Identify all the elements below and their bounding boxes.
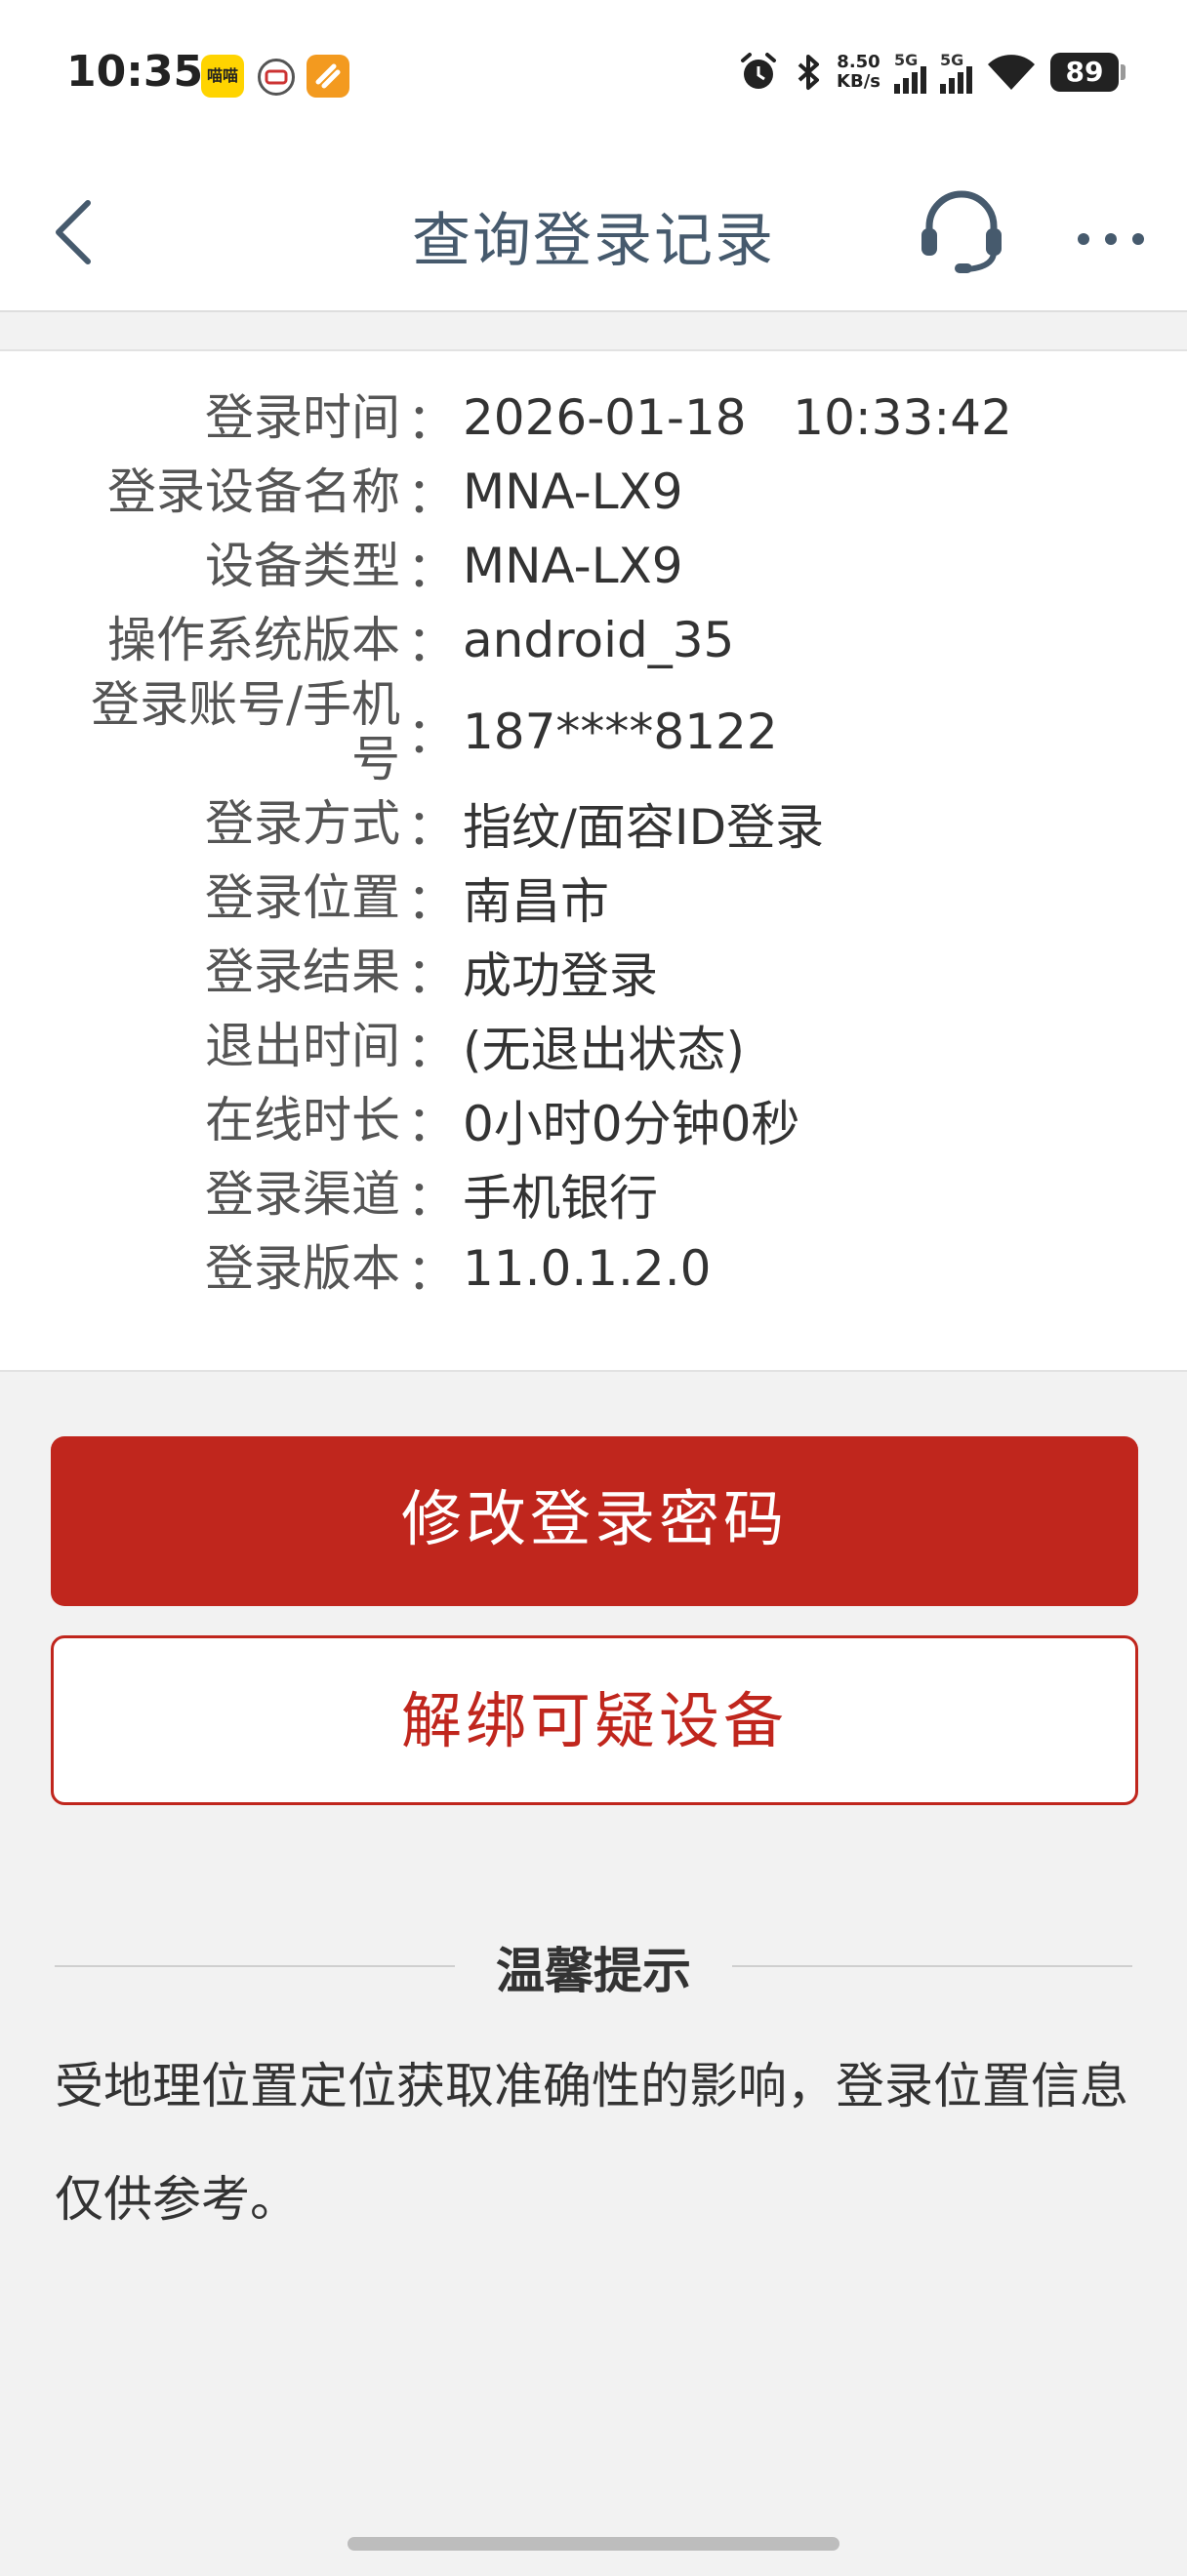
tips-text: 受地理位置定位获取准确性的影响，登录位置信息仅供参考。	[55, 2058, 1128, 2228]
record-colon: ：	[407, 799, 456, 856]
record-label: 登录方式	[205, 795, 400, 852]
login-record-details: 登录时间 ： 2026-01-18 10:33:42 登录设备名称 ： MNA-…	[0, 349, 1187, 1372]
tips-header: 温馨提示	[55, 1932, 1132, 2000]
battery-icon: 89	[1050, 53, 1126, 92]
record-colon: ：	[407, 1170, 456, 1227]
status-time: 10:35	[66, 47, 204, 97]
clock-app-notification-icon	[258, 59, 295, 96]
record-row-logout-time: 退出时间 ： (无退出状态)	[0, 1009, 1187, 1083]
record-value: 187****8122	[463, 704, 778, 760]
unbind-device-button[interactable]: 解绑可疑设备	[51, 1635, 1138, 1805]
record-label: 登录时间	[205, 389, 400, 446]
record-label: 登录渠道	[205, 1166, 400, 1223]
bluetooth-icon	[798, 55, 820, 90]
record-row-location: 登录位置 ： 南昌市	[0, 861, 1187, 935]
record-label: 登录设备名称	[107, 463, 400, 520]
record-value: 11.0.1.2.0	[463, 1240, 712, 1297]
more-dots-icon	[1078, 233, 1144, 245]
record-colon: ：	[407, 542, 456, 598]
record-row-channel: 登录渠道 ： 手机银行	[0, 1157, 1187, 1231]
record-label: 登录版本	[205, 1240, 400, 1297]
record-colon: ：	[407, 1096, 456, 1152]
page-title: 查询登录记录	[412, 207, 775, 275]
record-value: (无退出状态)	[463, 1022, 746, 1078]
wifi-icon	[988, 55, 1035, 90]
record-row-app-version: 登录版本 ： 11.0.1.2.0	[0, 1231, 1187, 1306]
network-speed: 8.50 KB/s	[837, 52, 880, 92]
tips-title: 温馨提示	[55, 1932, 1132, 2002]
record-row-device-name: 登录设备名称 ： MNA-LX9	[0, 455, 1187, 529]
record-value: 0小时0分钟0秒	[463, 1096, 800, 1152]
record-colon: ：	[407, 1244, 456, 1301]
nav-bar: 查询登录记录	[0, 146, 1187, 312]
record-row-account: 登录账号/手机 号 ： 187****8122	[0, 677, 1187, 786]
record-value: 手机银行	[463, 1170, 658, 1227]
signal-5g-icon-1: 5G	[894, 51, 926, 94]
headset-icon	[921, 190, 1002, 273]
signal-5g-icon-2: 5G	[940, 51, 972, 94]
record-row-result: 登录结果 ： 成功登录	[0, 935, 1187, 1009]
record-label: 登录账号/手机 号	[91, 676, 400, 787]
record-label: 设备类型	[205, 538, 400, 594]
record-value: MNA-LX9	[463, 538, 683, 594]
record-value: 南昌市	[463, 873, 609, 930]
record-colon: ：	[407, 947, 456, 1004]
more-button[interactable]	[1074, 224, 1152, 254]
record-value: 2026-01-18 10:33:42	[463, 389, 1012, 446]
record-label: 登录位置	[205, 869, 400, 926]
record-row-login-time: 登录时间 ： 2026-01-18 10:33:42	[0, 381, 1187, 455]
record-label: 登录结果	[205, 944, 400, 1000]
record-label: 退出时间	[205, 1018, 400, 1074]
record-colon: ：	[407, 707, 456, 764]
change-password-button[interactable]: 修改登录密码	[51, 1436, 1138, 1606]
record-colon: ：	[407, 873, 456, 930]
record-value: android_35	[463, 612, 735, 668]
record-value: 成功登录	[463, 947, 658, 1004]
record-colon: ：	[407, 467, 456, 524]
record-label: 操作系统版本	[107, 612, 400, 668]
record-colon: ：	[407, 393, 456, 450]
record-colon: ：	[407, 1022, 456, 1078]
record-row-device-type: 设备类型 ： MNA-LX9	[0, 529, 1187, 603]
record-row-online-duration: 在线时长 ： 0小时0分钟0秒	[0, 1083, 1187, 1157]
record-row-login-method: 登录方式 ： 指纹/面容ID登录	[0, 786, 1187, 861]
customer-service-button[interactable]	[918, 183, 1005, 277]
record-value: MNA-LX9	[463, 463, 683, 520]
app-notification-icon: 喵喵	[201, 55, 244, 98]
status-icons: 8.50 KB/s 5G 5G 89	[737, 51, 1126, 94]
home-indicator[interactable]	[348, 2537, 839, 2551]
record-row-os-version: 操作系统版本 ： android_35	[0, 603, 1187, 677]
record-colon: ：	[407, 616, 456, 672]
alarm-icon	[741, 53, 777, 89]
orange-app-notification-icon	[307, 55, 349, 98]
record-value: 指纹/面容ID登录	[463, 799, 825, 856]
status-bar: 10:35 喵喵 8.50 KB/s 5G 5G 89	[0, 0, 1187, 146]
record-label: 在线时长	[205, 1092, 400, 1148]
